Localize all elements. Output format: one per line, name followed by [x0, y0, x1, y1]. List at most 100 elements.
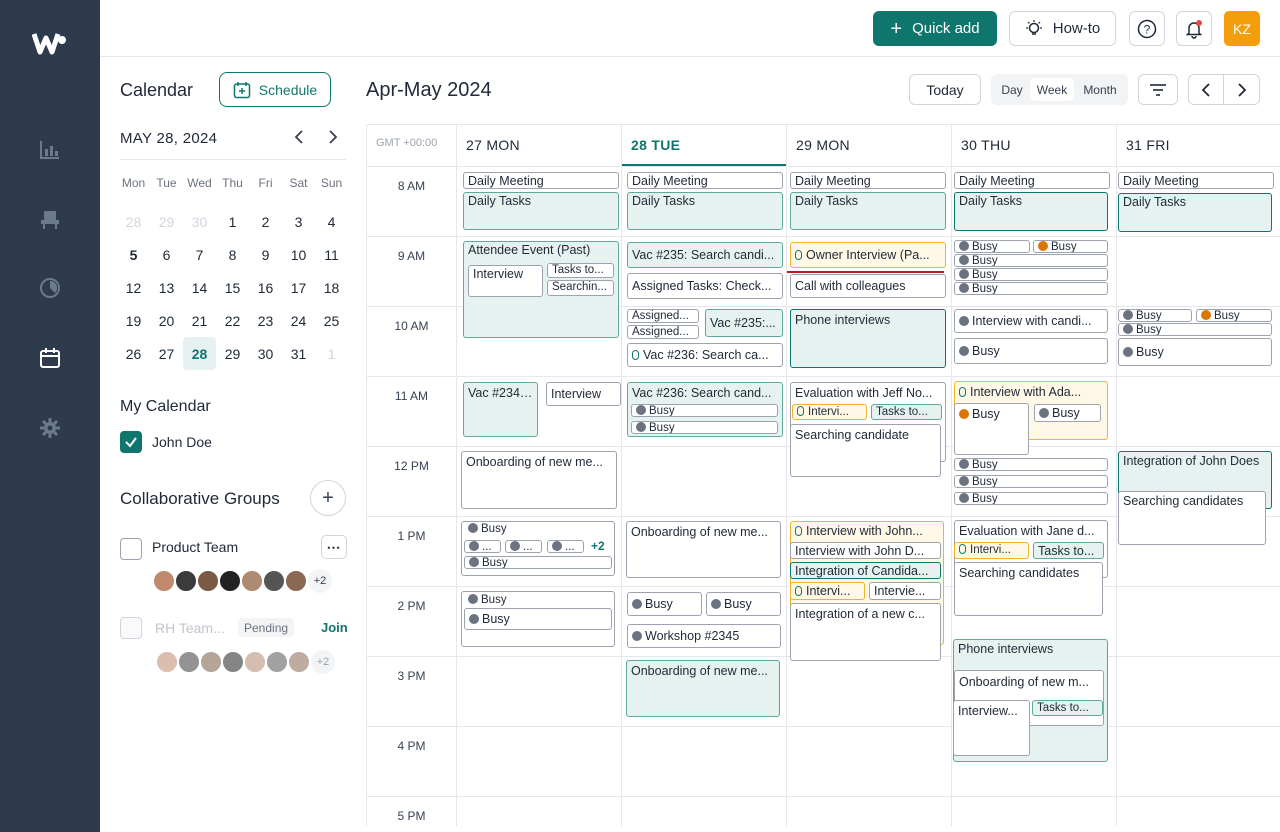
- event[interactable]: Daily Meeting: [463, 172, 619, 189]
- event[interactable]: Phone interviews: [790, 309, 946, 368]
- event[interactable]: Intervi...: [792, 404, 867, 420]
- event[interactable]: Busy: [464, 523, 612, 536]
- event[interactable]: Daily Meeting: [790, 172, 946, 189]
- john-doe-checkbox[interactable]: [120, 431, 142, 453]
- event[interactable]: Busy: [1118, 309, 1192, 322]
- schedule-button[interactable]: Schedule: [219, 72, 331, 107]
- mini-calendar-day[interactable]: 28: [183, 337, 216, 370]
- reports-icon[interactable]: [38, 276, 62, 300]
- quick-add-button[interactable]: + Quick add: [873, 11, 997, 46]
- calendar-nav-icon[interactable]: [38, 346, 62, 370]
- day-header[interactable]: 31 FRI: [1126, 137, 1170, 153]
- event[interactable]: Owner Interview (Pa...: [790, 242, 946, 268]
- event[interactable]: Searching candidates: [1118, 491, 1266, 545]
- event[interactable]: Daily Meeting: [954, 172, 1110, 189]
- event[interactable]: Onboarding of new me...: [626, 660, 780, 717]
- event[interactable]: Vac #234:...: [463, 382, 538, 437]
- event[interactable]: Busy: [954, 403, 1029, 455]
- day-header[interactable]: 30 THU: [961, 137, 1011, 153]
- mini-calendar-day[interactable]: 14: [183, 271, 216, 304]
- mini-calendar-day[interactable]: 23: [249, 304, 282, 337]
- rh-team-checkbox[interactable]: [120, 617, 142, 639]
- mini-prev-icon[interactable]: [294, 130, 304, 147]
- event[interactable]: Interview: [468, 265, 543, 297]
- event[interactable]: ...: [547, 540, 584, 553]
- mini-calendar-day[interactable]: 18: [315, 271, 348, 304]
- event[interactable]: Busy: [1118, 338, 1272, 366]
- mini-calendar-day[interactable]: 4: [315, 205, 348, 238]
- mini-calendar-day[interactable]: 2: [249, 205, 282, 238]
- event[interactable]: Busy: [954, 282, 1108, 295]
- mini-calendar-day[interactable]: 24: [282, 304, 315, 337]
- mini-calendar-day[interactable]: 25: [315, 304, 348, 337]
- mini-calendar-day[interactable]: 1: [216, 205, 249, 238]
- event[interactable]: Busy: [1118, 323, 1272, 336]
- join-link[interactable]: Join: [321, 620, 348, 635]
- add-group-button[interactable]: +: [310, 480, 346, 516]
- mini-calendar-day[interactable]: 8: [216, 238, 249, 271]
- event[interactable]: Assigned...: [627, 325, 699, 339]
- mini-calendar-day[interactable]: 27: [150, 337, 183, 370]
- day-header[interactable]: 28 TUE: [631, 137, 680, 153]
- mini-calendar-day[interactable]: 16: [249, 271, 282, 304]
- event[interactable]: Tasks to...: [1032, 700, 1103, 716]
- mini-calendar-day[interactable]: 12: [117, 271, 150, 304]
- event[interactable]: Vac #236: Search ca...: [627, 343, 783, 367]
- day-header[interactable]: 29 MON: [796, 137, 850, 153]
- event[interactable]: Busy: [464, 556, 612, 569]
- more-events-link[interactable]: +2: [591, 539, 605, 553]
- user-avatar[interactable]: KZ: [1224, 11, 1260, 46]
- mini-calendar-day[interactable]: 28: [117, 205, 150, 238]
- event[interactable]: Daily Tasks: [954, 192, 1108, 231]
- mini-calendar-day[interactable]: 22: [216, 304, 249, 337]
- event[interactable]: Assigned Tasks: Check...: [627, 273, 783, 299]
- mini-calendar-day[interactable]: 9: [249, 238, 282, 271]
- event[interactable]: ...: [464, 540, 501, 553]
- event[interactable]: Busy: [1034, 404, 1101, 422]
- mini-calendar-day[interactable]: 3: [282, 205, 315, 238]
- how-to-button[interactable]: How-to: [1009, 11, 1116, 46]
- view-day-button[interactable]: Day: [995, 78, 1029, 101]
- event[interactable]: Onboarding of new me...: [461, 451, 617, 509]
- view-month-button[interactable]: Month: [1076, 78, 1124, 101]
- day-header[interactable]: 27 MON: [466, 137, 520, 153]
- event[interactable]: Integration of a new c...: [790, 603, 941, 661]
- event[interactable]: Interview...: [953, 700, 1030, 756]
- event[interactable]: Daily Tasks: [627, 192, 783, 230]
- event[interactable]: Busy: [1196, 309, 1272, 322]
- analytics-icon[interactable]: [38, 138, 62, 162]
- event[interactable]: Busy: [954, 268, 1108, 281]
- event[interactable]: Intervi...: [954, 542, 1029, 559]
- more-options-icon[interactable]: ⋯: [321, 535, 347, 559]
- event[interactable]: Tasks to...: [547, 263, 614, 278]
- workspace-icon[interactable]: [38, 208, 62, 232]
- event[interactable]: Busy: [631, 404, 778, 417]
- event[interactable]: Interview with candi...: [954, 309, 1108, 333]
- event[interactable]: Intervi...: [790, 582, 865, 600]
- mini-calendar-day[interactable]: 31: [282, 337, 315, 370]
- event[interactable]: Busy: [954, 240, 1030, 253]
- event[interactable]: Interview with John D...: [790, 542, 941, 559]
- event[interactable]: Busy: [464, 594, 612, 607]
- event[interactable]: Integration of Candida...: [790, 562, 941, 579]
- notifications-button[interactable]: [1176, 11, 1212, 46]
- mini-calendar-day[interactable]: 1: [315, 337, 348, 370]
- mini-calendar-day[interactable]: 21: [183, 304, 216, 337]
- event[interactable]: Busy: [464, 608, 612, 630]
- mini-calendar-day[interactable]: 15: [216, 271, 249, 304]
- mini-calendar-day[interactable]: 6: [150, 238, 183, 271]
- event[interactable]: Busy: [954, 475, 1108, 488]
- event[interactable]: ...: [505, 540, 542, 553]
- mini-calendar-day[interactable]: 13: [150, 271, 183, 304]
- event[interactable]: Busy: [954, 338, 1108, 364]
- event[interactable]: Vac #235:...: [705, 309, 783, 337]
- event[interactable]: Busy: [954, 492, 1108, 505]
- event[interactable]: Daily Tasks: [1118, 193, 1272, 232]
- mini-calendar-day[interactable]: 26: [117, 337, 150, 370]
- next-week-button[interactable]: [1223, 74, 1260, 105]
- event[interactable]: Busy: [706, 592, 781, 616]
- event[interactable]: Tasks to...: [871, 404, 942, 420]
- mini-calendar-day[interactable]: 29: [216, 337, 249, 370]
- mini-calendar-day[interactable]: 19: [117, 304, 150, 337]
- event[interactable]: Daily Tasks: [463, 192, 619, 230]
